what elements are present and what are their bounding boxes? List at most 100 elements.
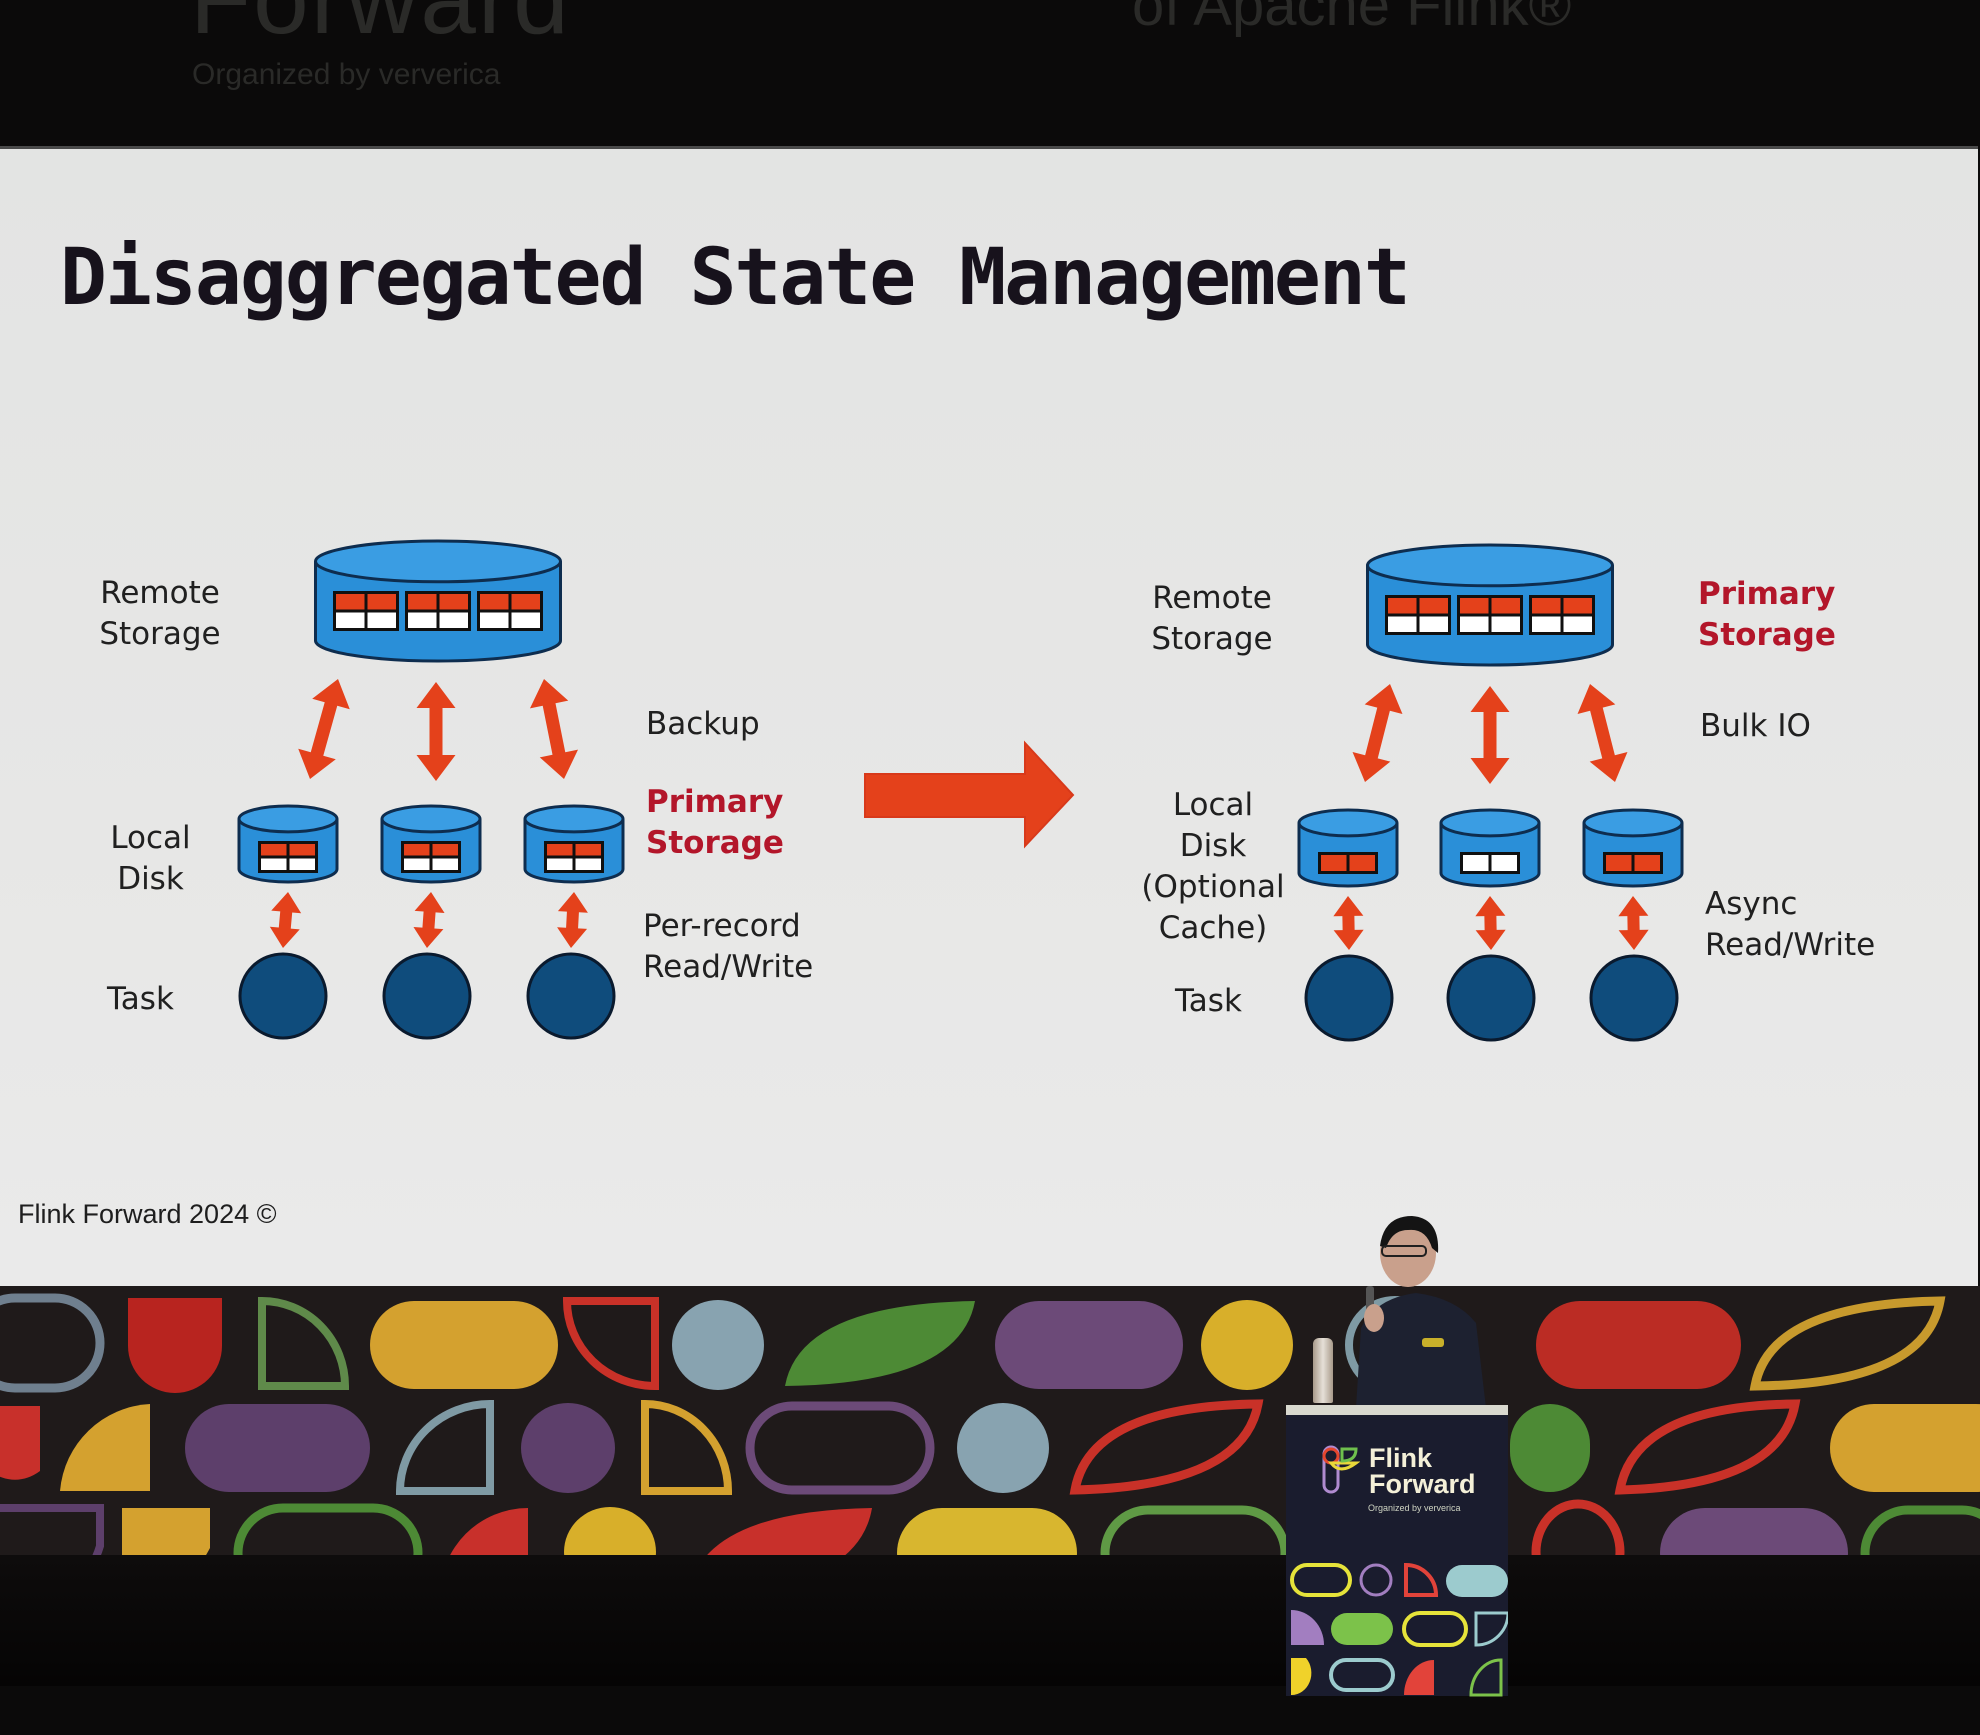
data-block xyxy=(333,591,399,631)
half-shape xyxy=(0,1406,40,1480)
presentation-slide: Disaggregated State Management Remote St… xyxy=(0,146,1978,1289)
right-primary-storage-label: Primary Storage xyxy=(1698,574,1836,656)
block-cell-red xyxy=(439,594,468,610)
cylinder-top xyxy=(1439,808,1541,838)
banner-event-word: Forward xyxy=(190,0,571,57)
podium-pattern xyxy=(1290,1562,1508,1697)
label-line: (Optional xyxy=(1141,869,1285,905)
left-backup-label: Backup xyxy=(646,706,760,742)
logo-line: Flink xyxy=(1369,1443,1433,1473)
data-block xyxy=(1529,595,1595,635)
label-line: Disk xyxy=(117,861,184,897)
right-bulk-io-label: Bulk IO xyxy=(1700,708,1811,744)
task-node-icon xyxy=(526,952,616,1040)
local-disk-cylinder-icon xyxy=(237,804,339,884)
label-line: Async xyxy=(1705,886,1798,922)
block-cell-red xyxy=(1388,598,1417,614)
block-cell-white xyxy=(1388,616,1417,632)
pill-shape xyxy=(995,1301,1183,1389)
data-block xyxy=(477,591,543,631)
cylinder-top xyxy=(380,804,482,834)
block-cell-white xyxy=(289,858,315,870)
slide-title: Disaggregated State Management xyxy=(60,233,1411,323)
block-cell-white xyxy=(439,612,468,628)
label-line: Read/Write xyxy=(1705,927,1876,963)
block-cell-red xyxy=(336,594,365,610)
podium-organized-by: Organized by ververica xyxy=(1368,1503,1461,1513)
block-cell-red xyxy=(1491,598,1520,614)
remote-storage-cylinder-icon xyxy=(314,539,562,663)
task-node-icon xyxy=(1304,954,1394,1042)
data-block xyxy=(1460,852,1520,874)
block-cell-white xyxy=(404,858,430,870)
block-cell xyxy=(1491,855,1517,871)
circle-shape xyxy=(672,1300,764,1390)
task-node-icon xyxy=(238,952,328,1040)
left-io-label: Per-record Read/Write xyxy=(643,906,813,988)
block-cell-white xyxy=(261,858,287,870)
leaf-shape xyxy=(785,1301,975,1386)
block-cell-red xyxy=(480,594,509,610)
pill-shape xyxy=(1510,1404,1590,1492)
data-block xyxy=(401,841,461,873)
label-line: Per-record xyxy=(643,908,801,944)
label-line: Remote xyxy=(1152,580,1272,616)
cylinder-top xyxy=(314,539,562,584)
block-cell xyxy=(1321,855,1347,871)
label-line: Primary xyxy=(1698,576,1836,612)
block-cell-white xyxy=(336,612,365,628)
record-arrow-icon xyxy=(269,892,302,948)
record-arrow-icon xyxy=(1618,896,1649,950)
local-disk-cylinder-icon xyxy=(1297,808,1399,888)
data-block xyxy=(544,841,604,873)
pill-shape xyxy=(185,1404,370,1492)
block-cell-red xyxy=(575,844,601,856)
block-cell-red xyxy=(289,844,315,856)
block-cell-red xyxy=(1563,598,1592,614)
cylinder-top xyxy=(1582,808,1684,838)
bulk-arrow-icon xyxy=(298,679,350,779)
block-cell-red xyxy=(432,844,458,856)
left-remote-storage-label: Remote Storage xyxy=(90,573,230,655)
block-cell-red xyxy=(404,844,430,856)
label-line: Storage xyxy=(99,616,221,652)
pill-outline-shape xyxy=(745,1401,935,1495)
record-arrow-icon xyxy=(413,892,445,948)
record-arrow-icon xyxy=(1475,896,1506,950)
label-line: Primary xyxy=(646,784,784,820)
quarter-outline-shape xyxy=(395,1399,494,1495)
water-bottle xyxy=(1313,1338,1333,1403)
block-cell-white xyxy=(1532,616,1561,632)
podium: Flink Forward Organized by ververica xyxy=(1286,1405,1508,1697)
quarter-outline-shape xyxy=(641,1399,733,1495)
bulk-arrow-icon xyxy=(1352,684,1403,782)
block-cell-red xyxy=(1419,598,1448,614)
half-pill-shape xyxy=(128,1298,222,1393)
local-disk-cylinder-icon xyxy=(1582,808,1684,888)
block-cell-white xyxy=(511,612,540,628)
label-line: Storage xyxy=(1151,621,1273,657)
block-cell xyxy=(1634,855,1660,871)
bulk-arrow-icon xyxy=(1577,684,1628,782)
flink-forward-logo-icon xyxy=(1322,1445,1360,1494)
circle-shape xyxy=(957,1403,1049,1493)
remote-storage-cylinder-icon xyxy=(1366,543,1614,667)
stage-floor xyxy=(0,1555,1980,1686)
pill-outline-shape xyxy=(0,1293,105,1393)
quarter-outline-shape xyxy=(562,1297,659,1391)
block-cell-white xyxy=(1419,616,1448,632)
right-io-label: Async Read/Write xyxy=(1705,884,1875,966)
task-node-icon xyxy=(382,952,472,1040)
block-cell-white xyxy=(432,858,458,870)
block-cell xyxy=(1349,855,1375,871)
block-cell xyxy=(1606,855,1632,871)
local-disk-cylinder-icon xyxy=(1439,808,1541,888)
cylinder-top xyxy=(1297,808,1399,838)
pill-shape xyxy=(1536,1301,1741,1389)
label-line: Local xyxy=(1172,787,1254,823)
task-node-icon xyxy=(1589,954,1679,1042)
pill-shape xyxy=(370,1301,558,1389)
block-cell-red xyxy=(547,844,573,856)
label-line: Remote xyxy=(100,575,220,611)
speaker-figure xyxy=(1356,1216,1486,1408)
